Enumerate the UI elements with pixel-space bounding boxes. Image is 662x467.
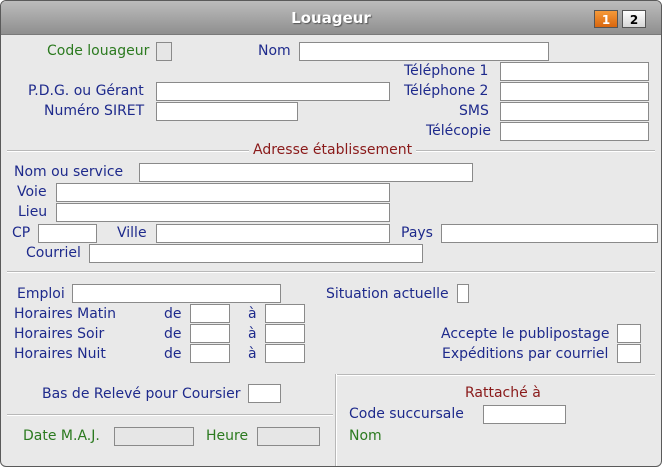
code-louageur-label: Code louageur <box>47 43 150 59</box>
title-bar: Louageur 1 2 <box>1 1 661 35</box>
heure-label: Heure <box>206 428 249 444</box>
employment-divider <box>7 271 655 273</box>
publipostage-label: Accepte le publipostage <box>441 326 610 342</box>
code-succursale-field[interactable] <box>483 405 566 424</box>
expeditions-label: Expéditions par courriel <box>442 346 609 362</box>
ville-label: Ville <box>117 225 147 241</box>
telecopie-field[interactable] <box>500 122 649 141</box>
horaires-soir-de-field[interactable] <box>190 324 230 343</box>
horaires-nuit-a-field[interactable] <box>265 344 305 363</box>
rattache-title: Rattaché à <box>465 385 541 401</box>
horaires-soir-a-label: à <box>248 326 257 342</box>
bas-releve-label: Bas de Relevé pour Coursier <box>42 386 241 402</box>
telephone2-field[interactable] <box>500 82 649 101</box>
lieu-label: Lieu <box>18 204 48 220</box>
horaires-matin-label: Horaires Matin <box>14 306 117 322</box>
horaires-nuit-a-label: à <box>248 346 257 362</box>
horaires-nuit-label: Horaires Nuit <box>14 346 106 362</box>
expeditions-field[interactable] <box>617 344 641 363</box>
footer-divider <box>7 414 333 416</box>
situation-label: Situation actuelle <box>326 286 449 302</box>
nom-field[interactable] <box>299 42 549 61</box>
page-1-button[interactable]: 1 <box>594 10 618 28</box>
nom-service-label: Nom ou service <box>14 164 124 180</box>
telecopie-label: Télécopie <box>426 123 491 139</box>
sms-field[interactable] <box>500 102 649 121</box>
code-louageur-field[interactable] <box>156 42 172 61</box>
voie-field[interactable] <box>56 183 390 202</box>
page-2-button[interactable]: 2 <box>622 10 646 28</box>
telephone2-label: Téléphone 2 <box>404 83 489 99</box>
horaires-matin-a-label: à <box>248 306 257 322</box>
courriel-label: Courriel <box>26 245 81 261</box>
pdg-field[interactable] <box>156 82 390 101</box>
situation-field[interactable] <box>457 284 469 303</box>
ville-field[interactable] <box>156 224 390 243</box>
heure-field <box>257 427 320 446</box>
voie-label: Voie <box>17 184 47 200</box>
bas-releve-field[interactable] <box>248 384 281 403</box>
horaires-soir-de-label: de <box>164 326 182 342</box>
pays-label: Pays <box>401 225 433 241</box>
emploi-field[interactable] <box>72 284 281 303</box>
courriel-field[interactable] <box>89 244 423 263</box>
rattache-left-divider <box>335 374 337 466</box>
pays-field[interactable] <box>441 224 658 243</box>
horaires-matin-a-field[interactable] <box>265 304 305 323</box>
cp-field[interactable] <box>38 224 97 243</box>
nom-succursale-label: Nom <box>349 428 382 444</box>
telephone1-field[interactable] <box>500 62 649 81</box>
adresse-section-title: Adresse établissement <box>249 142 417 158</box>
nom-service-field[interactable] <box>139 163 473 182</box>
publipostage-field[interactable] <box>617 324 641 343</box>
lieu-field[interactable] <box>56 203 390 222</box>
emploi-label: Emploi <box>17 286 65 302</box>
telephone1-label: Téléphone 1 <box>404 63 489 79</box>
rattache-top-divider <box>335 374 655 376</box>
horaires-matin-de-field[interactable] <box>190 304 230 323</box>
horaires-nuit-de-label: de <box>164 346 182 362</box>
siret-label: Numéro SIRET <box>44 103 145 119</box>
cp-label: CP <box>12 225 31 241</box>
pdg-label: P.D.G. ou Gérant <box>28 83 144 99</box>
horaires-nuit-de-field[interactable] <box>190 344 230 363</box>
horaires-matin-de-label: de <box>164 306 182 322</box>
date-maj-field <box>114 427 194 446</box>
louageur-window: Louageur 1 2 Code louageur Nom Téléphone… <box>0 0 662 467</box>
horaires-soir-a-field[interactable] <box>265 324 305 343</box>
nom-label: Nom <box>258 43 291 59</box>
code-succursale-label: Code succursale <box>349 406 464 422</box>
siret-field[interactable] <box>156 102 298 121</box>
date-maj-label: Date M.A.J. <box>23 428 100 444</box>
horaires-soir-label: Horaires Soir <box>14 326 105 342</box>
window-title: Louageur <box>291 9 371 27</box>
sms-label: SMS <box>459 103 489 119</box>
